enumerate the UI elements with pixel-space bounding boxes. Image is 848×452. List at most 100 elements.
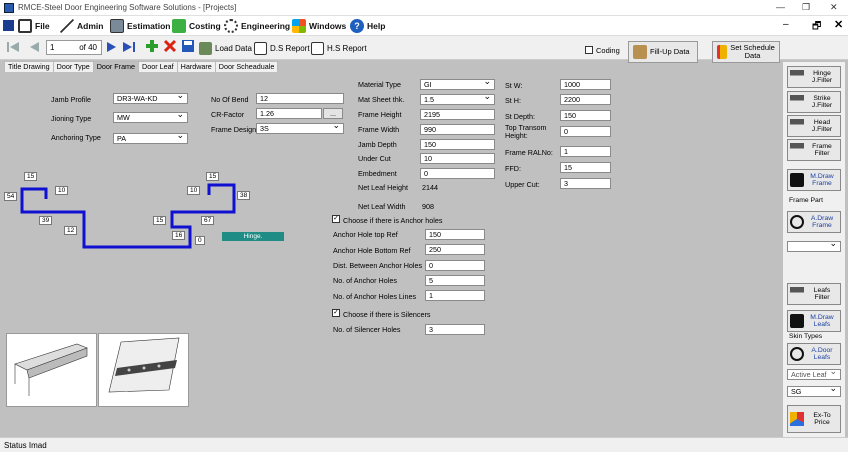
ffd-input[interactable]: 15 [560,162,611,173]
anchor-bottom-input[interactable]: 250 [425,244,485,255]
mdi-close-button[interactable]: ✕ [834,18,843,31]
leafs-filter-button[interactable]: Leafs Filter [787,283,841,305]
schedule-icon [717,45,728,59]
close-button[interactable]: ✕ [830,2,838,13]
tab-door-schedule[interactable]: Door Scheaduale [214,61,279,72]
material-type-label: Material Type [358,80,402,89]
tab-door-type[interactable]: Door Type [52,61,94,72]
status-bar: Status Imad [0,437,848,452]
frame-width-input[interactable]: 990 [420,124,495,135]
under-cut-label: Under Cut [358,154,391,163]
menu-engineering[interactable]: Engineering [224,18,290,34]
first-record-icon[interactable] [6,41,20,53]
menu-help[interactable]: ? Help [350,18,385,34]
door-frame-panel: Jamb Profile DR3-WA-KD Jioning Type MW A… [4,72,779,435]
anchor-lines-input[interactable]: 1 [425,290,485,301]
anchor-count-label: No. of Anchor Holes [333,276,397,285]
top-transom-input[interactable]: 0 [560,126,611,137]
jioning-type-select[interactable]: MW [113,110,188,123]
fillup-data-button[interactable]: Fill-Up Data [628,41,698,63]
st-w-input[interactable]: 1000 [560,79,611,90]
minimize-button[interactable]: — [776,2,785,12]
tab-hardware[interactable]: Hardware [176,61,216,72]
prev-record-icon[interactable] [28,41,40,53]
cr-factor-input[interactable]: 1.26 [256,108,322,119]
set-schedule-button[interactable]: Set Schedule Data [712,41,780,63]
mdi-restore-button[interactable]: 🗗 [812,19,821,36]
silencer-holes-label: No. of Silencer Holes [333,325,401,334]
tools-icon [790,347,804,361]
no-of-bend-input[interactable]: 12 [256,93,344,104]
frame-part-select[interactable] [787,239,841,252]
menu-file[interactable]: File [18,18,50,34]
delete-icon[interactable] [163,39,177,53]
menu-admin[interactable]: Admin [60,18,103,34]
anchor-top-input[interactable]: 150 [425,229,485,240]
title-bar: RMCE-Steel Door Engineering Software Sol… [0,0,848,16]
jamb-depth-input[interactable]: 150 [420,139,495,150]
menu-bar: File Admin Estimation Costing Engineerin… [0,16,848,36]
net-leaf-width-value: 908 [422,202,434,211]
ds-report-button[interactable]: D.S Report [254,40,310,56]
adoor-leafs-button[interactable]: A.Door Leafs [787,343,841,365]
tab-title-drawing[interactable]: Title Drawing [4,61,54,72]
menu-estimation[interactable]: Estimation [110,18,170,34]
silencers-checkbox[interactable]: ✓ [332,309,340,317]
upper-cut-input[interactable]: 3 [560,178,611,189]
frame-design-select[interactable]: 3S [256,121,344,134]
anchor-distance-input[interactable]: 0 [425,260,485,271]
record-input[interactable]: 1 of 40 [46,40,102,55]
filter-icon [790,287,804,301]
frame-height-input[interactable]: 2195 [420,109,495,120]
anchor-count-input[interactable]: 5 [425,275,485,286]
embedment-input[interactable]: 0 [420,168,495,179]
hand-icon [790,173,804,187]
anchoring-type-select[interactable]: PA [113,131,188,144]
restore-button[interactable]: ❐ [802,2,810,13]
frame-height-label: Frame Height [358,110,402,119]
frame-width-label: Frame Width [358,125,400,134]
mdraw-frame-button[interactable]: M.Draw Frame [787,169,841,191]
right-sidebar: Hinge J.Filter Strike J.Filter Head J.Fi… [783,62,845,437]
material-type-select[interactable]: GI [420,77,495,90]
top-transom-label: Top Transom Height: [505,123,547,140]
app-menu-icon[interactable] [3,20,14,31]
no-of-bend-label: No Of Bend [211,95,249,104]
dimension-label: 38 [237,191,251,200]
hinge-filter-button[interactable]: Hinge J.Filter [787,66,841,88]
menu-windows[interactable]: Windows [292,18,346,34]
mdi-minimize-button[interactable]: – [783,19,789,30]
st-h-input[interactable]: 2200 [560,94,611,105]
strike-filter-button[interactable]: Strike J.Filter [787,91,841,113]
cr-factor-browse-button[interactable]: ... [323,108,343,119]
st-depth-input[interactable]: 150 [560,110,611,121]
adraw-frame-button[interactable]: A.Draw Frame [787,211,841,233]
dimension-label: 15 [153,216,167,225]
ex-to-price-button[interactable]: Ex-To Price [787,405,841,433]
report-icon [254,41,267,55]
menu-costing[interactable]: Costing [172,18,221,34]
ffd-label: FFD: [505,164,521,173]
last-record-icon[interactable] [122,41,136,53]
save-icon[interactable] [181,39,195,53]
hs-report-button[interactable]: H.S Report [311,40,367,56]
add-icon[interactable] [145,39,159,53]
jamb-profile-select[interactable]: DR3-WA-KD [113,91,188,104]
frame-ral-input[interactable]: 1 [560,146,611,157]
frame-filter-button[interactable]: Frame Filter [787,139,841,161]
anchor-holes-checkbox[interactable]: ✓ [332,215,340,223]
under-cut-input[interactable]: 10 [420,153,495,164]
load-data-button[interactable]: Load Data [199,40,252,56]
silencer-holes-input[interactable]: 3 [425,324,485,335]
skin-type-select[interactable]: SG [787,384,841,397]
active-leaf-select[interactable]: Active Leaf [787,367,841,380]
dimension-label: 12 [64,226,78,235]
head-filter-button[interactable]: Head J.Filter [787,115,841,137]
mdraw-leafs-button[interactable]: M.Draw Leafs [787,310,841,332]
anchor-bottom-label: Anchor Hole Bottom Ref [333,246,411,255]
upper-cut-label: Upper Cut: [505,180,540,189]
tab-door-leaf[interactable]: Door Leaf [138,61,178,72]
coding-checkbox[interactable] [585,46,593,54]
mat-sheet-select[interactable]: 1.5 [420,92,495,105]
next-record-icon[interactable] [106,41,118,53]
